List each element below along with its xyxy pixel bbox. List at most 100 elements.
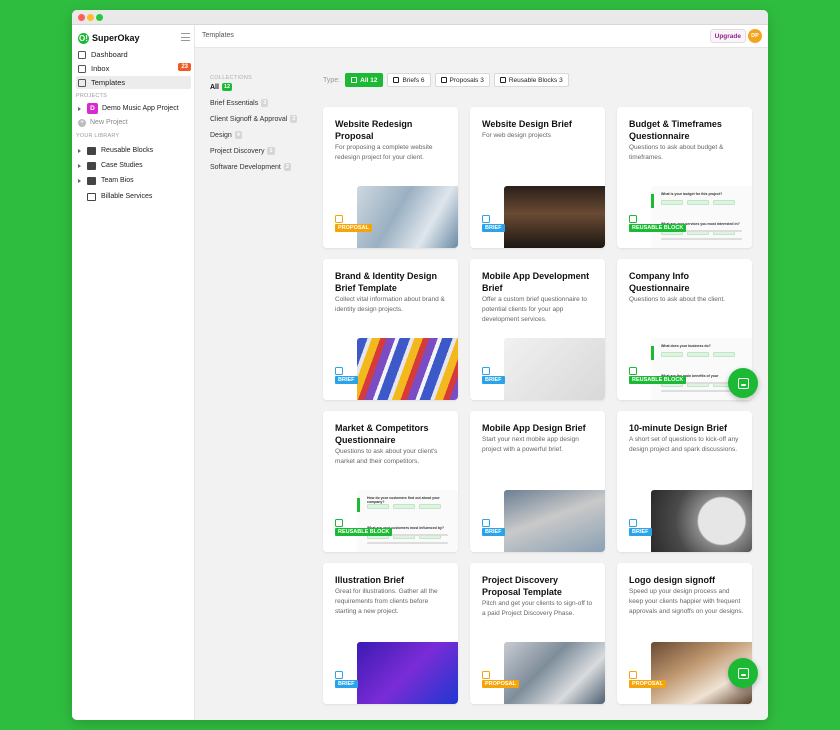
filter-chip-proposals[interactable]: Proposals 3 [434,73,490,87]
chat-button[interactable] [728,368,758,398]
collection-client-signoff[interactable]: Client Signoff & Approval 2 [210,115,298,123]
type-filter-label: Type: [323,76,341,84]
template-type-tag: BRIEF [335,680,358,688]
template-card[interactable]: Website Redesign Proposal For proposing a… [323,107,458,248]
brief-icon [335,671,343,679]
minimize-window-button[interactable] [87,14,94,21]
proposal-icon [482,671,490,679]
expand-caret-icon[interactable] [78,106,81,111]
template-title: Mobile App Development Brief [482,271,590,293]
expand-caret-icon[interactable] [78,148,81,153]
library-item-label: Billable Services [101,193,153,200]
project-item-demo-music-app[interactable]: D Demo Music App Project [78,102,190,115]
user-avatar[interactable]: DP [748,29,762,43]
template-description: Great for illustrations. Gather all the … [335,588,438,615]
expand-caret-icon[interactable] [78,178,81,183]
sidebar-item-label: Dashboard [91,50,128,59]
template-title: Market & Competitors Questionnaire [335,423,429,445]
chat-button[interactable] [728,658,758,688]
block-icon [629,367,637,375]
filter-chip-label: Briefs 6 [402,76,425,84]
template-description: Pitch and get your clients to sign-off t… [482,600,593,617]
brand[interactable]: O! SuperOkay [78,31,140,45]
library-item-team-bios[interactable]: Team Bios [78,174,190,187]
collapse-sidebar-icon[interactable] [181,33,190,41]
template-type-tag: REUSABLE BLOCK [629,376,687,384]
collection-brief-essentials[interactable]: Brief Essentials 3 [210,99,269,107]
collection-count: 2 [290,115,298,123]
template-card[interactable]: Mobile App Design Brief Start your next m… [470,411,605,552]
calendar-icon [87,146,96,155]
form-accent-bar [651,194,654,208]
form-line [367,542,448,544]
template-title: Budget & Timeframes Questionnaire [629,119,722,141]
inbox-count-badge: 23 [178,63,191,71]
filter-chip-reusable-blocks[interactable]: Reusable Blocks 3 [493,73,569,87]
upgrade-button[interactable]: Upgrade [709,29,746,43]
sidebar-item-label: Inbox [91,64,110,73]
template-type-tag: REUSABLE BLOCK [335,528,393,536]
zoom-window-button[interactable] [96,14,103,21]
template-thumbnail: What is your budget for this project? Wha… [651,186,752,248]
filter-chip-label: Proposals 3 [449,76,484,84]
form-option [687,200,709,205]
template-thumbnail [504,338,605,400]
filter-chip-label: All 12 [360,76,378,84]
template-card[interactable]: Brand & Identity Design Brief Template Co… [323,259,458,400]
top-header: Templates Upgrade DP [195,25,768,48]
new-project-label: New Project [90,119,128,126]
receipt-icon [87,192,96,201]
collection-design[interactable]: Design 4 [210,131,242,139]
proposal-icon [629,671,637,679]
sidebar-item-inbox[interactable]: Inbox 23 [76,62,191,75]
collection-project-discovery[interactable]: Project Discovery 1 [210,147,275,155]
template-description: For proposing a complete website redesig… [335,144,433,161]
sidebar-item-dashboard[interactable]: Dashboard [76,48,191,61]
new-project-button[interactable]: + New Project [78,116,190,129]
form-option [367,504,389,509]
close-window-button[interactable] [78,14,85,21]
template-card[interactable]: Project Discovery Proposal Template Pitch… [470,563,605,704]
library-item-label: Reusable Blocks [101,147,154,154]
sidebar-item-templates[interactable]: Templates [76,76,191,89]
filter-chip-all[interactable]: All 12 [345,73,384,87]
proposal-icon [335,215,343,223]
collection-count: 1 [267,147,275,155]
template-title: Illustration Brief [335,575,405,585]
template-card[interactable]: Budget & Timeframes Questionnaire Questio… [617,107,752,248]
form-line [661,238,742,240]
template-thumbnail [504,490,605,552]
brief-icon [393,77,400,83]
brief-icon [482,215,490,223]
template-type-tag: REUSABLE BLOCK [629,224,687,232]
form-question: How do your customers find out about you… [367,496,440,504]
collection-all[interactable]: All 12 [210,83,233,91]
expand-caret-icon[interactable] [78,163,81,168]
library-item-reusable-blocks[interactable]: Reusable Blocks [78,144,190,157]
template-description: Questions to ask about your client's mar… [335,448,438,465]
template-type-tag: BRIEF [629,528,652,536]
collection-count: 2 [283,163,291,171]
library-heading: YOUR LIBRARY [76,133,120,139]
grid-icon [351,77,358,83]
id-card-icon [87,176,96,185]
collection-software-development[interactable]: Software Development 2 [210,163,291,171]
library-item-case-studies[interactable]: Case Studies [78,159,190,172]
template-title: Brand & Identity Design Brief Template [335,271,438,293]
template-thumbnail [651,490,752,552]
filter-chip-briefs[interactable]: Briefs 6 [387,73,431,87]
template-card[interactable]: Website Design Brief For web design proje… [470,107,605,248]
template-card[interactable]: Market & Competitors Questionnaire Questi… [323,411,458,552]
template-thumbnail: How do your customers find out about you… [357,490,458,552]
template-card[interactable]: Mobile App Development Brief Offer a cust… [470,259,605,400]
brief-icon [482,367,490,375]
library-item-billable-services[interactable]: Billable Services [78,190,190,203]
template-title: Company Info Questionnaire [629,271,690,293]
template-type-tag: BRIEF [482,528,505,536]
template-card[interactable]: 10-minute Design Brief A short set of que… [617,411,752,552]
template-description: Speed up your design process and keep yo… [629,588,744,615]
template-card[interactable]: Illustration Brief Great for illustration… [323,563,458,704]
collection-label: Design [210,131,232,139]
template-description: Questions to ask about budget & timefram… [629,144,724,161]
form-option [393,504,415,509]
